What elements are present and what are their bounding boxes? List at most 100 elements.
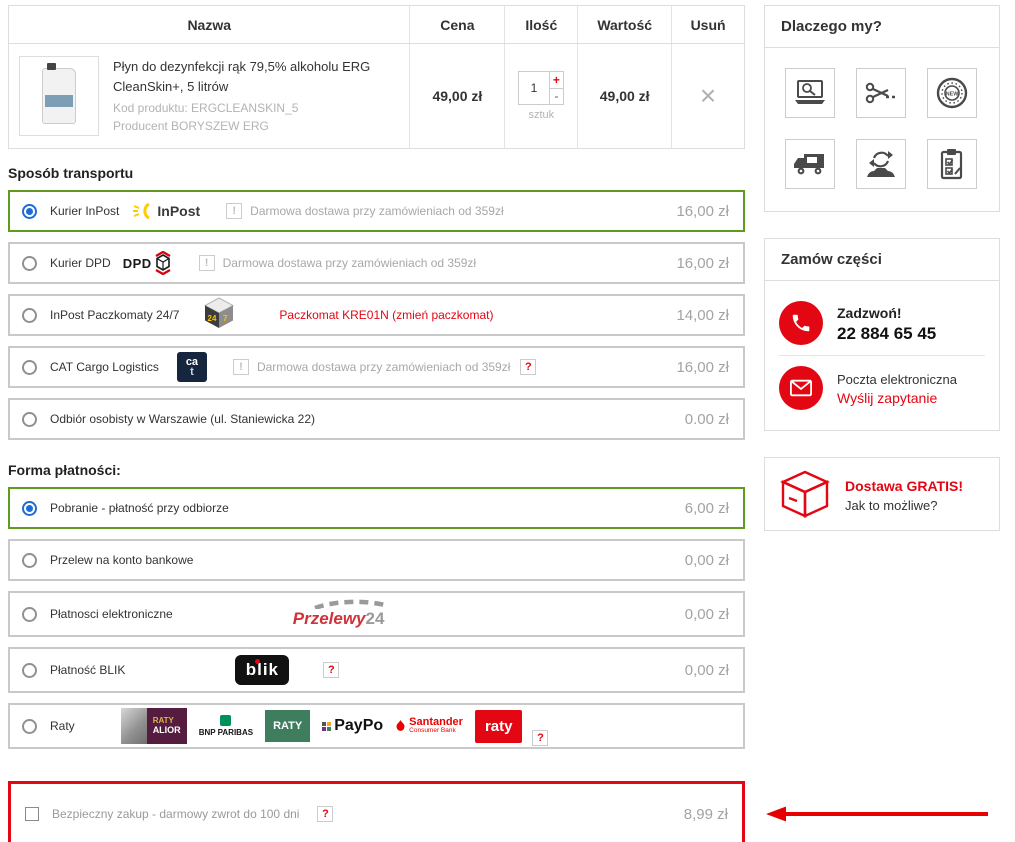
bearing-new-icon[interactable]: NEW: [927, 68, 977, 118]
help-icon[interactable]: ?: [532, 730, 548, 746]
przelewy24-logo: Przelewy24: [293, 599, 385, 629]
order-parts-panel: Zamów części Zadzwoń! 22 884 65 45: [764, 238, 1000, 431]
send-inquiry-link[interactable]: Wyślij zapytanie: [837, 390, 957, 406]
quantity-increase-button[interactable]: +: [550, 72, 564, 89]
phone-number: 22 884 65 45: [837, 324, 936, 344]
radio-przelew[interactable]: [22, 553, 37, 568]
free-delivery-title: Dostawa GRATIS!: [845, 475, 963, 497]
remove-item-icon[interactable]: ×: [700, 82, 716, 110]
package-icon: [779, 470, 831, 518]
option-label: CAT Cargo Logistics: [50, 360, 159, 374]
free-delivery-panel[interactable]: Dostawa GRATIS! Jak to możliwe?: [764, 457, 1000, 531]
product-image[interactable]: [19, 56, 99, 136]
phone-contact-row: Zadzwoń! 22 884 65 45: [779, 291, 985, 355]
scissors-icon[interactable]: [856, 68, 906, 118]
transport-option-paczkomaty[interactable]: InPost Paczkomaty 24/7 24 7 Paczkomat KR…: [8, 294, 745, 336]
payment-option-elektroniczne[interactable]: Płatnosci elektroniczne Przelewy24 0,00 …: [8, 591, 745, 637]
blik-logo: blik: [235, 655, 289, 685]
col-value: Wartość: [578, 6, 672, 43]
inpost-logo: InPost: [133, 201, 200, 221]
laptop-search-icon[interactable]: [785, 68, 835, 118]
option-price: 0.00 zł: [685, 411, 729, 428]
option-price: 0,00 zł: [685, 662, 729, 679]
free-shipping-note: Darmowa dostawa przy zamówieniach od 359…: [223, 256, 476, 270]
inpost-sun-icon: [133, 201, 155, 221]
svg-text:7: 7: [223, 314, 228, 323]
option-price: 16,00 zł: [676, 255, 729, 272]
option-label: Odbiór osobisty w Warszawie (ul. Staniew…: [50, 412, 315, 426]
radio-pickup[interactable]: [22, 412, 37, 427]
help-icon[interactable]: ?: [317, 806, 333, 822]
why-us-icons: NEW: [765, 48, 999, 211]
phone-icon: [779, 301, 823, 345]
dpd-logo-text: DPD: [123, 256, 152, 271]
free-shipping-note: Darmowa dostawa przy zamówieniach od 359…: [257, 360, 510, 374]
dpd-cube-icon: [153, 251, 173, 275]
why-us-title: Dlaczego my?: [765, 6, 999, 48]
col-quantity: Ilość: [505, 6, 578, 43]
why-us-panel: Dlaczego my?: [764, 5, 1000, 212]
product-code: Kod produktu: ERGCLEANSKIN_5: [113, 99, 401, 117]
radio-elektroniczne[interactable]: [22, 607, 37, 622]
car-exchange-icon[interactable]: [856, 139, 906, 189]
option-label: Pobranie - płatność przy odbiorze: [50, 501, 229, 515]
info-icon: !: [226, 203, 242, 219]
option-price: 8,99 zł: [684, 806, 728, 823]
cart-row: Płyn do dezynfekcji rąk 79,5% alkoholu E…: [9, 44, 744, 148]
cat-cargo-logo: ca t: [177, 352, 207, 382]
transport-option-cat-cargo[interactable]: CAT Cargo Logistics ca t ! Darmowa dosta…: [8, 346, 745, 388]
inpost-logo-text: InPost: [157, 203, 200, 219]
payment-option-blik[interactable]: Płatność BLIK blik ? 0,00 zł: [8, 647, 745, 693]
radio-paczkomaty[interactable]: [22, 308, 37, 323]
transport-heading: Sposób transportu: [8, 165, 745, 181]
cart-table: Nazwa Cena Ilość Wartość Usuń Płyn do de…: [8, 5, 745, 149]
radio-blik[interactable]: [22, 663, 37, 678]
radio-pobranie[interactable]: [22, 501, 37, 516]
bnp-paribas-logo: BNP PARIBAS: [199, 715, 253, 737]
dpd-logo: DPD: [123, 251, 173, 275]
transport-option-kurier-dpd[interactable]: Kurier DPD DPD ! Darmowa dostawa przy za…: [8, 242, 745, 284]
radio-kurier-inpost[interactable]: [22, 204, 37, 219]
raty-green-logo: RATY: [265, 710, 310, 742]
safe-purchase-checkbox[interactable]: [25, 807, 39, 821]
option-price: 16,00 zł: [676, 359, 729, 376]
quantity-decrease-button[interactable]: -: [550, 89, 564, 105]
payment-heading: Forma płatności:: [8, 462, 745, 478]
quantity-unit-label: sztuk: [518, 109, 564, 121]
safe-purchase-option[interactable]: Bezpieczny zakup - darmowy zwrot do 100 …: [8, 781, 745, 842]
payment-option-pobranie[interactable]: Pobranie - płatność przy odbiorze 6,00 z…: [8, 487, 745, 529]
free-delivery-subtitle[interactable]: Jak to możliwe?: [845, 498, 963, 513]
option-label: InPost Paczkomaty 24/7: [50, 308, 179, 322]
paypo-logo: PayPo: [322, 717, 383, 735]
delivery-van-icon[interactable]: [785, 139, 835, 189]
product-title[interactable]: Płyn do dezynfekcji rąk 79,5% alkoholu E…: [113, 57, 401, 96]
santander-logo: Santander Consumer Bank: [395, 717, 463, 735]
payment-option-raty[interactable]: Raty RATY ALIOR BNP PARIBAS RATY PayPo: [8, 703, 745, 749]
product-value: 49,00 zł: [600, 88, 650, 104]
payment-option-przelew[interactable]: Przelew na konto bankowe 0,00 zł: [8, 539, 745, 581]
quantity-input[interactable]: 1: [519, 72, 548, 104]
svg-text:NEW: NEW: [946, 92, 959, 98]
checklist-icon[interactable]: [927, 139, 977, 189]
radio-kurier-dpd[interactable]: [22, 256, 37, 271]
option-price: 0,00 zł: [685, 606, 729, 623]
radio-cat-cargo[interactable]: [22, 360, 37, 375]
info-icon: !: [199, 255, 215, 271]
option-price: 14,00 zł: [676, 307, 729, 324]
cart-table-header: Nazwa Cena Ilość Wartość Usuń: [9, 6, 744, 44]
main-column: Nazwa Cena Ilość Wartość Usuń Płyn do de…: [8, 5, 745, 842]
radio-raty[interactable]: [22, 719, 37, 734]
paczkomat-change-link[interactable]: Paczkomat KRE01N (zmień paczkomat): [279, 308, 493, 322]
quantity-widget: 1 + - sztuk: [518, 71, 564, 121]
transport-option-pickup[interactable]: Odbiór osobisty w Warszawie (ul. Staniew…: [8, 398, 745, 440]
order-parts-title: Zamów części: [765, 239, 999, 281]
envelope-icon: [779, 366, 823, 410]
option-price: 16,00 zł: [676, 203, 729, 220]
product-producer: Producent BORYSZEW ERG: [113, 117, 401, 135]
help-icon[interactable]: ?: [520, 359, 536, 375]
transport-option-kurier-inpost[interactable]: Kurier InPost InPost ! Darmowa dostawa p…: [8, 190, 745, 232]
col-remove: Usuń: [672, 6, 744, 43]
help-icon[interactable]: ?: [323, 662, 339, 678]
email-contact-row: Poczta elektroniczna Wyślij zapytanie: [779, 355, 985, 420]
option-label: Przelew na konto bankowe: [50, 553, 193, 567]
